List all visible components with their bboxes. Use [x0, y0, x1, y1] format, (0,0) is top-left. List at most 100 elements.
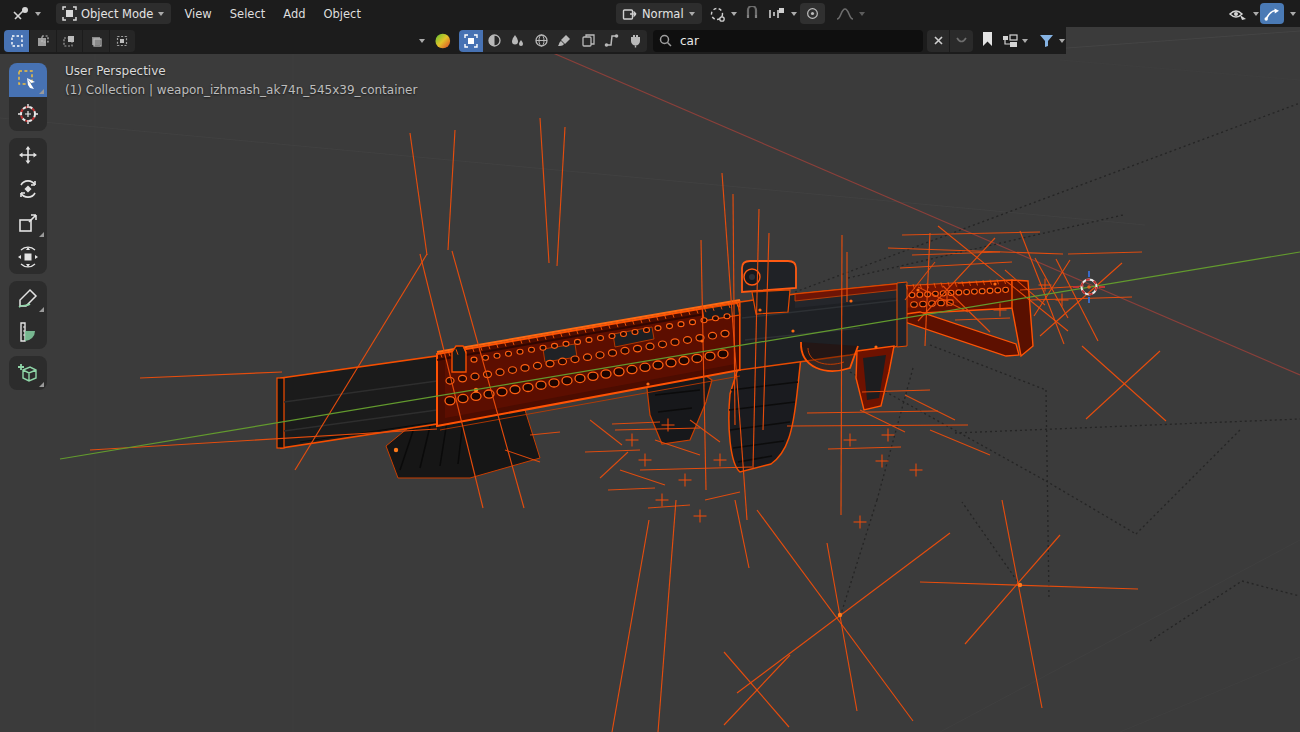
- editor-type-icon: [12, 6, 30, 22]
- filter-duplicate-button[interactable]: [577, 30, 600, 52]
- editor-type-button[interactable]: [6, 3, 48, 24]
- tool-cursor[interactable]: [9, 97, 47, 131]
- curve-steps-icon: [604, 33, 619, 48]
- select-mode-set[interactable]: [4, 30, 29, 52]
- tool-measure[interactable]: [9, 315, 47, 349]
- chevron-down-icon: [790, 10, 798, 18]
- proportional-editing-toggle[interactable]: [800, 3, 825, 24]
- tool-move[interactable]: [9, 138, 47, 172]
- object-mode-icon: [62, 6, 77, 21]
- scale-icon: [17, 212, 39, 234]
- select-intersect-icon: [115, 34, 129, 48]
- select-mode-subtract[interactable]: [57, 30, 82, 52]
- add-cube-icon: [17, 362, 39, 384]
- tool-scale[interactable]: [9, 206, 47, 240]
- move-icon: [17, 144, 39, 166]
- chevron-down-icon: [157, 10, 165, 18]
- magnet-icon: [744, 6, 760, 22]
- pivot-icon: [709, 6, 726, 22]
- filter-mesh-button[interactable]: [483, 30, 506, 52]
- chevron-down-icon: [688, 10, 696, 18]
- half-sphere-icon: [487, 33, 502, 48]
- tool-submenu-corner: [39, 307, 44, 312]
- select-mode-intersect[interactable]: [110, 30, 135, 52]
- chevron-down-icon: [956, 37, 967, 45]
- menu-view[interactable]: View: [175, 7, 220, 21]
- select-mode-extend[interactable]: [30, 30, 55, 52]
- select-mode-invert[interactable]: [83, 30, 108, 52]
- toolbar: [9, 63, 47, 390]
- plugin-icon: [628, 33, 643, 48]
- orientation-icon: [622, 7, 638, 21]
- search-options-button[interactable]: [950, 30, 972, 52]
- bookmark-icon: [981, 31, 994, 47]
- filter-fluid-button[interactable]: [506, 30, 529, 52]
- orientation-label: Normal: [642, 7, 684, 21]
- globe-icon: [534, 33, 549, 48]
- funnel-icon: [1039, 34, 1054, 48]
- chevron-down-icon: [730, 10, 738, 18]
- filter-dropdown[interactable]: [1039, 34, 1066, 48]
- chevron-down-icon: [1021, 37, 1029, 45]
- select-set-icon: [10, 34, 24, 48]
- chevron-down-icon: [858, 10, 866, 18]
- transform-orientation-dropdown[interactable]: Normal: [616, 3, 702, 24]
- brush-icon: [557, 33, 572, 48]
- falloff-dropdown[interactable]: [830, 3, 872, 24]
- hierarchy-icon: [1002, 34, 1018, 48]
- tool-submenu-corner: [39, 382, 44, 387]
- duplicate-pages-icon: [581, 33, 596, 48]
- filter-world-button[interactable]: [530, 30, 553, 52]
- filter-plugin-button[interactable]: [624, 30, 647, 52]
- viewport-header: Object Mode View Select Add Object Norma…: [0, 0, 1300, 27]
- select-invert-icon: [89, 34, 103, 48]
- chevron-down-icon[interactable]: [418, 37, 426, 45]
- mode-dropdown[interactable]: Object Mode: [56, 3, 171, 24]
- filter-brush-button[interactable]: [553, 30, 576, 52]
- bookmark-button[interactable]: [981, 31, 994, 51]
- select-subtract-icon: [62, 34, 76, 48]
- chevron-down-icon: [1252, 10, 1260, 18]
- gizmo-icon: [1264, 6, 1280, 22]
- search-input[interactable]: [678, 33, 882, 49]
- material-ball-icon[interactable]: [434, 32, 452, 50]
- tool-settings-bar: [0, 27, 1066, 54]
- select-box-icon: [17, 69, 39, 91]
- tool-annotate[interactable]: [9, 281, 47, 315]
- chevron-down-icon: [1058, 37, 1066, 45]
- chevron-down-icon: [34, 10, 42, 18]
- tool-transform[interactable]: [9, 240, 47, 274]
- measure-icon: [17, 321, 39, 343]
- annotate-pen-icon: [17, 287, 39, 309]
- menu-select[interactable]: Select: [221, 7, 274, 21]
- menu-add[interactable]: Add: [274, 7, 314, 21]
- rotate-icon: [17, 178, 39, 200]
- tool-add-cube[interactable]: [9, 356, 47, 390]
- visibility-icon: [1228, 6, 1248, 22]
- tool-select-box[interactable]: [9, 63, 47, 97]
- select-extend-icon: [36, 34, 50, 48]
- close-icon: [933, 35, 944, 46]
- filter-object-button[interactable]: [459, 30, 482, 52]
- menu-object[interactable]: Object: [315, 7, 370, 21]
- viewport-collection-label: (1) Collection | weapon_izhmash_ak74n_54…: [65, 83, 417, 97]
- gizmo-toggle[interactable]: [1260, 3, 1284, 24]
- object-select-icon: [464, 34, 478, 48]
- proportional-icon: [806, 6, 819, 21]
- mode-label: Object Mode: [81, 7, 153, 21]
- display-mode-dropdown[interactable]: [1002, 34, 1029, 48]
- falloff-curve-icon: [836, 7, 854, 21]
- tool-submenu-corner: [39, 89, 44, 94]
- snap-target-icon: [768, 6, 786, 22]
- snap-target-dropdown[interactable]: [762, 3, 804, 24]
- clear-search-button[interactable]: [927, 30, 949, 52]
- filter-curve-button[interactable]: [600, 30, 623, 52]
- tool-rotate[interactable]: [9, 172, 47, 206]
- search-field[interactable]: [653, 30, 923, 52]
- 3d-viewport[interactable]: [0, 0, 1300, 732]
- tool-submenu-corner: [39, 232, 44, 237]
- cursor-tool-icon: [17, 103, 39, 125]
- chevron-down-icon[interactable]: [1289, 10, 1297, 18]
- search-icon: [659, 34, 672, 47]
- transform-icon: [17, 246, 39, 268]
